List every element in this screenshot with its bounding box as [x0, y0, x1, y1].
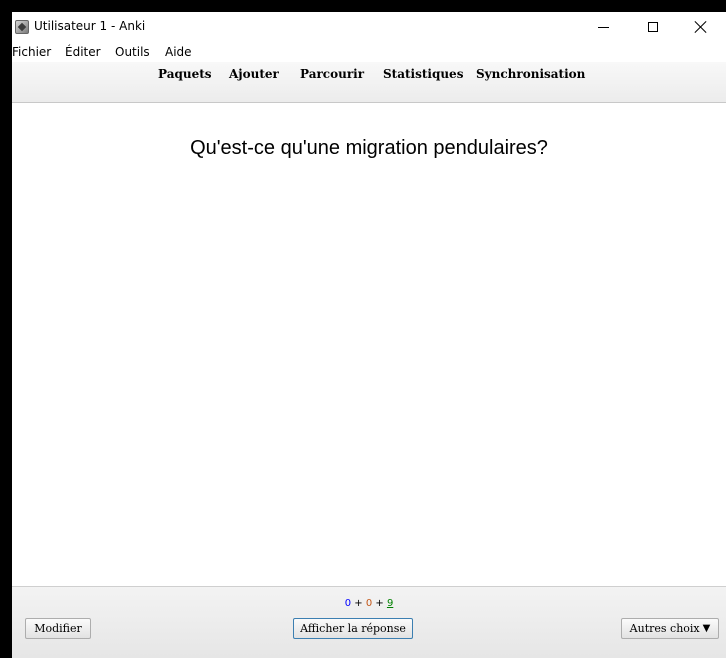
anki-window: Utilisateur 1 - Anki Fichier Éditer Outi…: [12, 12, 726, 658]
card-view: Qu'est-ce qu'une migration pendulaires?: [12, 103, 726, 586]
main-toolbar: Paquets Ajouter Parcourir Statistiques S…: [12, 62, 726, 103]
nav-statistiques[interactable]: Statistiques: [383, 67, 463, 81]
caret-down-icon: ▼: [702, 623, 711, 634]
maximize-icon: [648, 22, 658, 32]
show-answer-button[interactable]: Afficher la réponse: [293, 618, 413, 639]
card-question: Qu'est-ce qu'une migration pendulaires?: [190, 137, 548, 159]
minimize-button[interactable]: [580, 12, 626, 42]
close-icon: [695, 21, 707, 33]
nav-synchronisation[interactable]: Synchronisation: [476, 67, 585, 81]
nav-parcourir[interactable]: Parcourir: [300, 67, 364, 81]
review-bottom-bar: 0 + 0 + 9 Modifier Afficher la réponse A…: [12, 586, 726, 658]
edit-button[interactable]: Modifier: [25, 618, 91, 639]
anki-app-icon: [15, 20, 29, 34]
more-options-button[interactable]: Autres choix ▼: [621, 618, 719, 639]
count-separator: +: [372, 598, 387, 609]
due-counts: 0 + 0 + 9: [12, 598, 726, 609]
nav-ajouter[interactable]: Ajouter: [229, 67, 279, 81]
show-answer-label: Afficher la réponse: [300, 622, 406, 635]
maximize-button[interactable]: [630, 12, 676, 42]
count-separator: +: [351, 598, 366, 609]
close-button[interactable]: [678, 12, 724, 42]
minimize-icon: [597, 26, 609, 28]
menu-editer[interactable]: Éditer: [65, 45, 101, 59]
menu-aide[interactable]: Aide: [165, 45, 192, 59]
edit-button-label: Modifier: [34, 622, 82, 635]
menu-fichier[interactable]: Fichier: [12, 45, 51, 59]
review-count: 9: [386, 598, 394, 609]
nav-paquets[interactable]: Paquets: [158, 67, 212, 81]
window-title: Utilisateur 1 - Anki: [34, 19, 146, 33]
menu-bar: Fichier Éditer Outils Aide: [12, 42, 726, 62]
menu-outils[interactable]: Outils: [115, 45, 150, 59]
title-bar[interactable]: Utilisateur 1 - Anki: [12, 12, 726, 42]
more-options-label: Autres choix: [629, 622, 700, 635]
